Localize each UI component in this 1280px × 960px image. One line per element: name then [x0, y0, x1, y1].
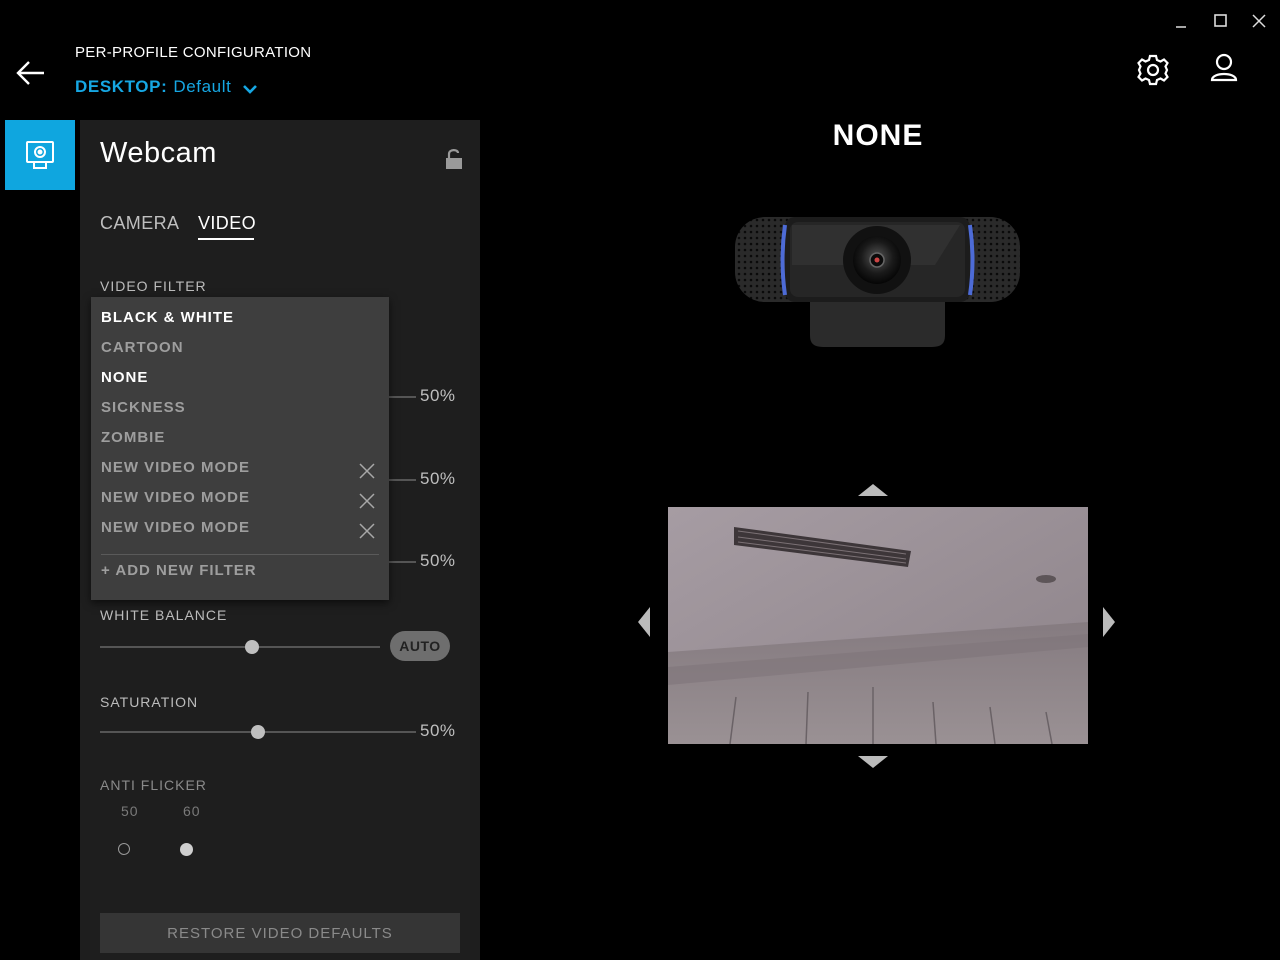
pan-right-button[interactable]: [1103, 607, 1117, 642]
webcam-icon: [26, 141, 54, 169]
filter-option-black-white[interactable]: BLACK & WHITE: [101, 309, 234, 326]
maximize-icon: [1214, 14, 1227, 27]
close-icon: [359, 523, 375, 539]
gear-icon: [1137, 54, 1169, 86]
user-icon: [1210, 53, 1238, 82]
remove-filter-button-2[interactable]: [359, 493, 375, 509]
profile-value: Default: [173, 77, 232, 96]
close-icon: [359, 493, 375, 509]
saturation-thumb[interactable]: [251, 725, 265, 739]
tab-active-underline: [198, 238, 254, 240]
slider-value-3: 50%: [420, 551, 456, 570]
restore-video-defaults-button[interactable]: RESTORE VIDEO DEFAULTS: [100, 913, 460, 953]
arrow-down-icon: [858, 756, 888, 768]
saturation-value: 50%: [420, 721, 456, 740]
anti-flicker-60-radio[interactable]: [180, 843, 193, 856]
pan-down-button[interactable]: [858, 756, 888, 775]
slider-value-2: 50%: [420, 469, 456, 488]
filter-option-sickness[interactable]: SICKNESS: [101, 399, 186, 416]
close-icon: [359, 463, 375, 479]
minimize-icon: [1176, 26, 1186, 28]
maximize-button[interactable]: [1209, 10, 1231, 32]
remove-filter-button-3[interactable]: [359, 523, 375, 539]
arrow-up-icon: [858, 484, 888, 496]
filter-option-none[interactable]: NONE: [101, 369, 148, 386]
video-filter-dropdown: BLACK & WHITE CARTOON NONE SICKNESS ZOMB…: [91, 297, 389, 600]
panel-title: Webcam: [100, 137, 217, 169]
unlock-icon: [446, 149, 462, 169]
pan-up-button[interactable]: [858, 484, 888, 503]
close-window-button[interactable]: [1248, 10, 1270, 32]
settings-button[interactable]: [1136, 53, 1170, 87]
device-webcam-button[interactable]: [5, 120, 75, 190]
add-new-filter-button[interactable]: + ADD NEW FILTER: [101, 562, 257, 579]
white-balance-auto-button[interactable]: AUTO: [390, 631, 450, 661]
chevron-down-icon: [243, 85, 258, 94]
profile-key: DESKTOP:: [75, 77, 168, 96]
dropdown-divider: [101, 554, 379, 555]
video-filter-label: VIDEO FILTER: [100, 278, 207, 294]
white-balance-thumb[interactable]: [245, 640, 259, 654]
account-button[interactable]: [1208, 52, 1240, 86]
minimize-button[interactable]: [1170, 10, 1192, 32]
remove-filter-button-1[interactable]: [359, 463, 375, 479]
filter-option-cartoon[interactable]: CARTOON: [101, 339, 184, 356]
lock-toggle[interactable]: [444, 148, 464, 170]
close-icon: [1252, 14, 1266, 28]
filter-option-custom-3[interactable]: NEW VIDEO MODE: [101, 519, 250, 536]
pan-left-button[interactable]: [638, 607, 652, 642]
slider-value-1: 50%: [420, 386, 456, 405]
anti-flicker-50-label: 50: [121, 803, 139, 819]
back-arrow-icon: [16, 61, 44, 85]
anti-flicker-60-label: 60: [183, 803, 201, 819]
back-button[interactable]: [14, 58, 48, 88]
saturation-label: SATURATION: [100, 694, 199, 710]
arrow-right-icon: [1103, 607, 1115, 637]
arrow-left-icon: [638, 607, 650, 637]
tab-camera[interactable]: CAMERA: [100, 213, 179, 234]
device-strip: [0, 120, 80, 960]
page-title: PER-PROFILE CONFIGURATION: [75, 44, 312, 61]
white-balance-label: WHITE BALANCE: [100, 607, 228, 623]
webcam-product-image: [730, 205, 1025, 355]
white-balance-slider[interactable]: [100, 646, 380, 648]
tab-video[interactable]: VIDEO: [198, 213, 256, 234]
filter-option-custom-2[interactable]: NEW VIDEO MODE: [101, 489, 250, 506]
profile-selector[interactable]: DESKTOP: Default: [75, 77, 258, 97]
filter-option-zombie[interactable]: ZOMBIE: [101, 429, 165, 446]
anti-flicker-label: ANTI FLICKER: [100, 777, 207, 793]
anti-flicker-50-radio[interactable]: [118, 843, 130, 855]
camera-preview: [668, 507, 1088, 744]
filter-option-custom-1[interactable]: NEW VIDEO MODE: [101, 459, 250, 476]
current-filter-title: NONE: [832, 119, 924, 152]
